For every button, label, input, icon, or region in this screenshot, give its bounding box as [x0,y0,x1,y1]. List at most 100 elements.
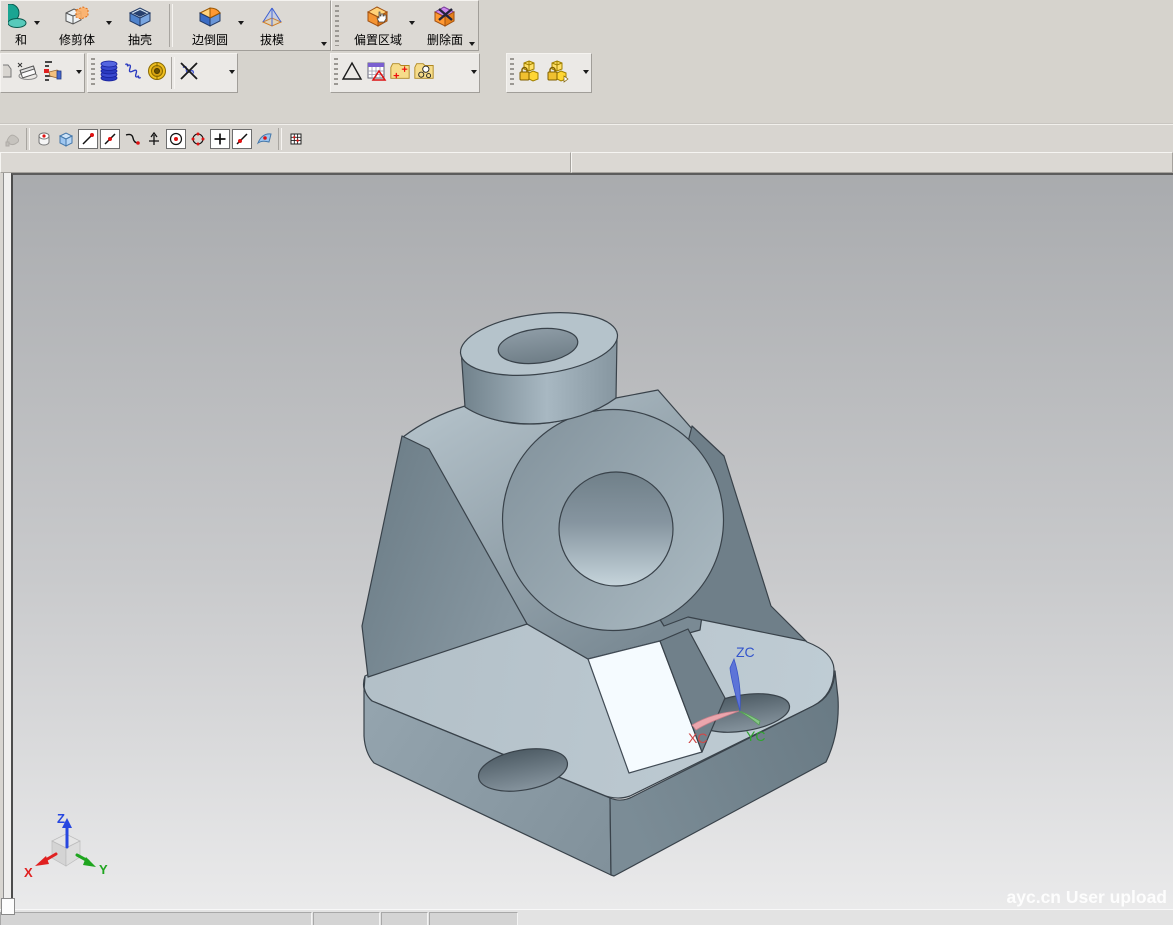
trim-body-icon [64,4,90,30]
draft-label: 拔模 [260,33,284,47]
grid-point-icon [288,131,304,147]
trim-body-button[interactable]: 修剪体 [41,1,113,50]
spring-coil-button[interactable] [98,56,120,86]
draft-button[interactable]: 拔模 [245,1,299,50]
datum-table-button[interactable] [365,56,387,86]
spring-ext-button[interactable] [122,56,144,86]
solid-snap-button[interactable] [56,128,76,149]
unite-icon [8,4,34,30]
control-point-icon [35,130,53,148]
locked-box-alt-icon [545,59,571,83]
reorder-hand-icon [40,60,62,82]
status-segment [0,912,312,925]
cylinder-bore [559,472,673,586]
graphics-area: ZC XC YC Z [0,173,1173,909]
locked-box-button[interactable] [517,56,543,86]
snap-endpoint-button[interactable] [78,129,98,149]
toolbar-separator [171,57,175,89]
no-spring-button[interactable] [178,56,200,86]
shell-button[interactable]: 抽壳 [113,1,167,50]
wcs-y-label: YC [746,728,765,744]
washer-coil-icon [146,60,168,82]
toolbar-grip[interactable] [510,58,514,88]
synchronous-toolbar-overflow-caret[interactable] [469,42,475,46]
snap-point-on-face-button[interactable] [254,128,274,149]
status-bar [0,909,1173,925]
snap-separator [26,128,30,150]
edge-blend-label: 边倒圆 [192,33,228,47]
washer-coil-button[interactable] [146,56,168,86]
edge-blend-button[interactable]: 边倒圆 [175,1,245,50]
snap-intersection-button[interactable] [144,128,164,149]
spring-ext-icon [122,60,144,82]
quadrant-icon [190,131,206,147]
resize-grip[interactable] [1,898,15,915]
snap-existing-point-button[interactable] [210,129,230,149]
shell-icon [127,4,153,30]
folder-points-icon [389,60,411,82]
folder-circles-button[interactable] [413,56,435,86]
feature-toolbar-overflow-caret[interactable] [321,42,327,46]
datum-table-icon [365,60,387,82]
grid-point-button[interactable] [286,128,306,149]
eraser-button[interactable] [16,56,38,86]
delete-face-label: 删除面 [427,33,463,47]
snap-curve-end-button[interactable] [122,128,142,149]
arc-center-icon [168,131,184,147]
midpoint-icon [102,131,118,147]
spring-toolbar-dropdown-caret[interactable] [229,70,235,74]
folder-points-button[interactable] [389,56,411,86]
unite-label: 和 [15,33,27,47]
feature-toolbar: 和 修剪体 [0,0,331,51]
delete-face-button[interactable]: 删除面 [415,1,475,50]
draft-icon [259,4,285,30]
watermark-text: ayc.cn User upload [1007,887,1167,907]
endpoint-icon [80,131,96,147]
existing-point-icon [212,131,228,147]
resource-bar-strip[interactable] [0,173,11,909]
intersection-icon [146,131,162,147]
snap-midpoint-button[interactable] [100,129,120,149]
lock-toolbar [506,53,592,93]
snap-point-on-curve-button[interactable] [232,129,252,149]
trim-body-label: 修剪体 [59,33,95,47]
unite-dropdown-caret[interactable] [34,21,40,25]
trim-body-dropdown-caret[interactable] [106,21,112,25]
reorder-button[interactable] [40,56,62,86]
eraser-icon [16,60,38,82]
toolbar-dock: 和 修剪体 [0,0,1173,123]
offset-region-button[interactable]: 偏置区域 [341,1,415,50]
toolbar-grip[interactable] [335,5,339,46]
status-segment [313,912,380,925]
curve-end-icon [124,131,140,147]
toolbar-grip[interactable] [334,58,338,88]
analysis-toolbar [330,53,480,93]
delete-face-icon [432,4,458,30]
snap-separator [278,128,282,150]
cue-bar [0,152,1173,173]
snap-disabled-icon [4,130,21,147]
edge-blend-dropdown-caret[interactable] [238,21,244,25]
toolbar-grip[interactable] [91,58,95,88]
unite-button[interactable]: 和 [1,1,41,50]
triangle-button[interactable] [341,56,363,86]
solid-snap-icon [57,130,75,148]
clipped-icon-button[interactable] [2,56,14,86]
no-spring-icon [178,60,200,82]
snap-disabled-button [2,128,22,149]
status-segment [429,912,518,925]
spring-coil-icon [98,60,120,82]
snap-arc-center-button[interactable] [166,129,186,149]
lock-toolbar-dropdown-caret[interactable] [583,70,589,74]
shell-label: 抽壳 [128,33,152,47]
snap-quadrant-button[interactable] [188,128,208,149]
locked-box-alt-button[interactable] [545,56,571,86]
graphics-viewport[interactable]: ZC XC YC Z [11,173,1173,909]
point-on-face-icon [256,130,273,147]
control-point-button[interactable] [34,128,54,149]
analysis-toolbar-dropdown-caret[interactable] [471,70,477,74]
edit-feature-dropdown-caret[interactable] [76,70,82,74]
cue-prompt-panel [0,152,571,173]
edge-blend-icon [197,4,223,30]
folder-circles-icon [413,60,435,82]
